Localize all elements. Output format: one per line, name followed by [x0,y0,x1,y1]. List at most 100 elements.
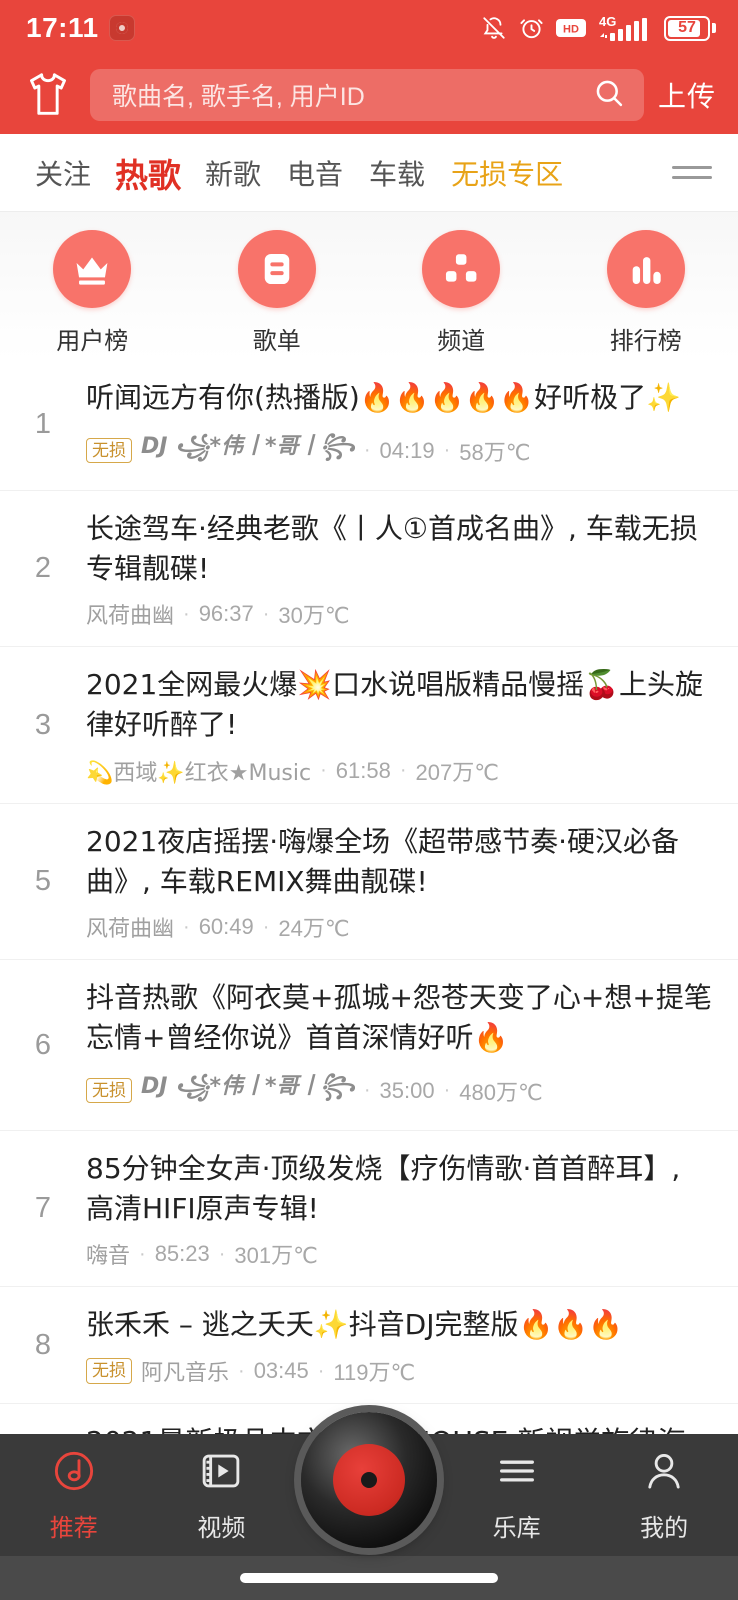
4g-signal-icon: 4G [597,13,653,43]
song-title: 85分钟全女声·顶级发烧【疗伤情歌·首首醉耳】, 高清HIFI原声专辑! [86,1149,712,1229]
rank-number: 8 [0,1329,86,1362]
upload-button[interactable]: 上传 [658,75,716,115]
song-meta: 风荷曲幽 · 60:49 · 24万℃ [86,911,712,943]
song-body: 85分钟全女声·顶级发烧【疗伤情歌·首首醉耳】, 高清HIFI原声专辑! 嗨音 … [86,1131,712,1287]
table-row[interactable]: 2 长途驾车·经典老歌《丨人①首成名曲》, 车载无损专辑靓碟! 风荷曲幽 · 9… [0,491,738,648]
tab-wusunzhuanqu[interactable]: 无损专区 [438,153,576,193]
nav-item-recommend[interactable]: 推荐 [0,1448,148,1543]
tab-dianyin[interactable]: 电音 [274,153,356,193]
song-meta: 无损 DJ ꧁*伟丨*哥丨꧂ · 35:00 · 480万℃ [86,1068,712,1114]
song-title: 2021全网最火爆💥口水说唱版精品慢摇🍒上头旋律好听醉了! [86,665,712,745]
music-app-icon [109,15,135,41]
hd-icon: HD [556,17,586,39]
home-indicator[interactable] [240,1573,498,1583]
bar-chart-icon [607,230,685,308]
song-meta: 💫西域✨红衣★Music · 61:58 · 207万℃ [86,755,712,787]
meta-separator: · [400,759,407,782]
rank-number: 6 [0,1029,86,1062]
song-body: 2021全网最火爆💥口水说唱版精品慢摇🍒上头旋律好听醉了! 💫西域✨红衣★Mus… [86,647,712,803]
artist-name: 风荷曲幽 [86,911,174,943]
meta-separator: · [444,439,451,462]
bell-off-icon [481,14,507,42]
song-title: 2021夜店摇摆·嗨爆全场《超带感节奏·硬汉必备曲》, 车载REMIX舞曲靓碟! [86,822,712,902]
shortcut-label: 用户榜 [56,321,128,356]
tab-rege[interactable]: 热歌 [104,149,192,197]
song-heat: 480万℃ [459,1075,542,1107]
nav-label: 推荐 [50,1508,98,1543]
music-note-circle-icon [51,1448,97,1499]
battery-icon: 57 [664,16,716,41]
table-row[interactable]: 5 2021夜店摇摆·嗨爆全场《超带感节奏·硬汉必备曲》, 车载REMIX舞曲靓… [0,804,738,961]
song-heat: 24万℃ [278,911,349,943]
tab-guanzhu[interactable]: 关注 [22,153,104,193]
meta-separator: · [263,916,270,939]
nav-item-mine[interactable]: 我的 [590,1448,738,1543]
nav-label: 我的 [640,1508,688,1543]
nav-item-video[interactable]: 视频 [148,1448,296,1543]
shortcut-channel[interactable]: 频道 [369,230,554,356]
disc-center [333,1444,405,1516]
nav-item-library[interactable]: 乐库 [443,1448,591,1543]
song-title: 长途驾车·经典老歌《丨人①首成名曲》, 车载无损专辑靓碟! [86,509,712,589]
meta-separator: · [183,916,190,939]
rank-number: 1 [0,408,86,441]
battery-percent: 57 [678,20,696,36]
status-time: 17:11 [26,12,99,44]
song-duration: 60:49 [199,914,254,940]
meta-separator: · [219,1243,226,1266]
song-meta: 风荷曲幽 · 96:37 · 30万℃ [86,598,712,630]
artist-name: 💫西域✨红衣★Music [86,755,311,787]
alarm-clock-icon [518,14,545,42]
song-heat: 119万℃ [333,1355,415,1387]
table-row[interactable]: 6 抖音热歌《阿衣莫+孤城+怨苍天变了心+想+提笔忘情+曾经你说》首首深情好听🔥… [0,960,738,1131]
song-list: 1 听闻远方有你(热播版)🔥🔥🔥🔥🔥好听极了✨ 无损 DJ ꧁*伟丨*哥丨꧂ ·… [0,360,738,1519]
person-icon [641,1448,687,1499]
artist-name: 嗨音 [86,1238,130,1270]
app-header: 歌曲名, 歌手名, 用户ID 上传 [0,56,738,134]
artist-name: DJ ꧁*伟丨*哥丨꧂ [141,1068,355,1114]
meta-separator: · [139,1243,146,1266]
status-badge: 无损 [86,438,132,463]
bottom-navigation: 推荐 视频 [0,1434,738,1600]
svg-text:4G: 4G [599,14,616,29]
artist-name: 风荷曲幽 [86,598,174,630]
shortcut-playlist[interactable]: 歌单 [185,230,370,356]
artist-name: 阿凡音乐 [141,1355,229,1387]
song-duration: 61:58 [336,758,391,784]
library-lines-icon [494,1448,540,1499]
app-screen: 17:11 [0,0,738,1600]
crown-icon [53,230,131,308]
rank-number: 5 [0,865,86,898]
meta-separator: · [364,439,371,462]
song-heat: 301万℃ [234,1238,317,1270]
search-placeholder: 歌曲名, 歌手名, 用户ID [112,77,592,113]
song-title: 抖音热歌《阿衣莫+孤城+怨苍天变了心+想+提笔忘情+曾经你说》首首深情好听🔥 [86,978,712,1058]
meta-separator: · [444,1079,451,1102]
meta-separator: · [320,759,327,782]
table-row[interactable]: 7 85分钟全女声·顶级发烧【疗伤情歌·首首醉耳】, 高清HIFI原声专辑! 嗨… [0,1131,738,1288]
shortcut-user-rank[interactable]: 用户榜 [0,230,185,356]
meta-separator: · [364,1079,371,1102]
search-icon[interactable] [592,76,626,115]
tab-xinge[interactable]: 新歌 [192,153,274,193]
home-indicator-zone [0,1556,738,1600]
category-tab-bar: 关注 热歌 新歌 电音 车载 无损专区 [0,134,738,212]
meta-separator: · [318,1360,325,1383]
artist-name: DJ ꧁*伟丨*哥丨꧂ [141,428,355,474]
channel-grid-icon [422,230,500,308]
tshirt-icon[interactable] [20,71,76,119]
shortcut-label: 频道 [437,321,485,356]
shortcut-ranking[interactable]: 排行榜 [554,230,738,356]
record-disc-button[interactable] [301,1412,437,1548]
table-row[interactable]: 8 张禾禾 – 逃之夭夭✨抖音DJ完整版🔥🔥🔥 无损 阿凡音乐 · 03:45 … [0,1287,738,1404]
table-row[interactable]: 1 听闻远方有你(热播版)🔥🔥🔥🔥🔥好听极了✨ 无损 DJ ꧁*伟丨*哥丨꧂ ·… [0,360,738,491]
song-meta: 无损 DJ ꧁*伟丨*哥丨꧂ · 04:19 · 58万℃ [86,428,712,474]
song-meta: 嗨音 · 85:23 · 301万℃ [86,1238,712,1270]
table-row[interactable]: 3 2021全网最火爆💥口水说唱版精品慢摇🍒上头旋律好听醉了! 💫西域✨红衣★M… [0,647,738,804]
hamburger-menu-icon[interactable] [672,166,720,179]
tab-chezai[interactable]: 车载 [356,153,438,193]
search-input[interactable]: 歌曲名, 歌手名, 用户ID [90,69,644,121]
meta-separator: · [238,1360,245,1383]
song-duration: 03:45 [254,1358,309,1384]
status-bar-left: 17:11 [26,12,135,44]
